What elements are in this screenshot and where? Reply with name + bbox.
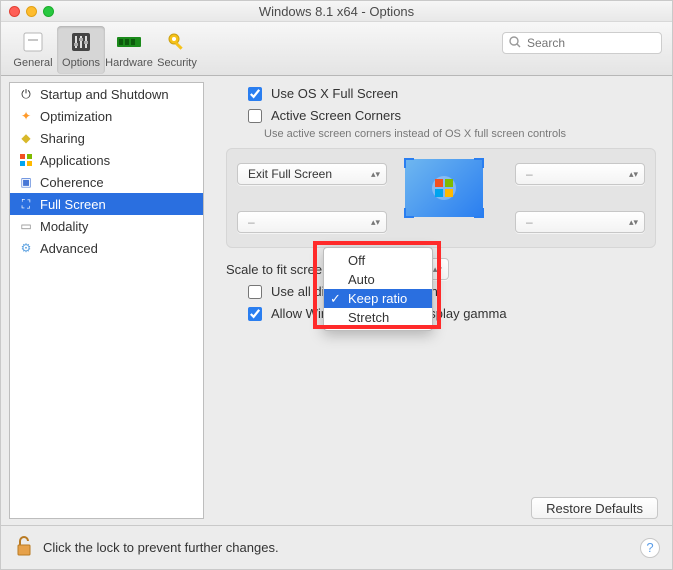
dropdown-item-off[interactable]: Off [324, 251, 432, 270]
chevron-updown-icon: ▴▾ [371, 218, 380, 227]
checkbox-input[interactable] [248, 109, 262, 123]
windows-logo-icon [429, 173, 459, 203]
close-icon[interactable] [9, 6, 20, 17]
dropdown-item-auto[interactable]: Auto [324, 270, 432, 289]
restore-defaults-button[interactable]: Restore Defaults [531, 497, 658, 519]
checkbox-input[interactable] [248, 307, 262, 321]
sidebar: ⏻Startup and Shutdown ✦Optimization ◆Sha… [9, 82, 204, 519]
options-window: Windows 8.1 x64 - Options General Option… [0, 0, 673, 570]
sparkle-icon: ✦ [18, 108, 34, 124]
active-corners-hint: Use active screen corners instead of OS … [264, 128, 658, 140]
sidebar-item-startup[interactable]: ⏻Startup and Shutdown [10, 83, 203, 105]
toolbar-general[interactable]: General [9, 26, 57, 74]
coherence-icon: ▣ [18, 174, 34, 190]
security-icon [164, 29, 190, 55]
sharing-icon: ◆ [18, 130, 34, 146]
lock-icon[interactable] [13, 533, 35, 562]
search-input[interactable] [525, 35, 673, 51]
sidebar-item-modality[interactable]: ▭Modality [10, 215, 203, 237]
search-field[interactable] [502, 32, 662, 54]
gear-icon: ⚙ [18, 240, 34, 256]
scale-dropdown[interactable]: Off Auto ✓Keep ratio Stretch [323, 247, 433, 331]
chevron-updown-icon: ▴▾ [433, 265, 442, 274]
check-icon: ✓ [330, 291, 341, 307]
dropdown-item-stretch[interactable]: Stretch [324, 308, 432, 327]
options-icon [68, 29, 94, 55]
restore-defaults-row: Restore Defaults [531, 497, 658, 519]
traffic-lights [9, 6, 54, 17]
help-button[interactable]: ? [640, 538, 660, 558]
toolbar-security[interactable]: Security [153, 26, 201, 74]
corner-tr-select[interactable]: –▴▾ [515, 163, 645, 185]
footer: Click the lock to prevent further change… [1, 525, 672, 569]
chevron-updown-icon: ▴▾ [629, 170, 638, 179]
toolbar-options[interactable]: Options [57, 26, 105, 74]
search-icon [509, 36, 521, 51]
hardware-icon [116, 29, 142, 55]
lock-text: Click the lock to prevent further change… [43, 540, 279, 555]
sidebar-item-fullscreen[interactable]: ⛶Full Screen [10, 193, 203, 215]
zoom-icon[interactable] [43, 6, 54, 17]
apps-icon [18, 152, 34, 168]
dropdown-item-keep-ratio[interactable]: ✓Keep ratio [324, 289, 432, 308]
titlebar: Windows 8.1 x64 - Options [1, 1, 672, 22]
fullscreen-icon: ⛶ [18, 196, 34, 212]
corner-preview [405, 159, 483, 217]
checkbox-active-screen-corners[interactable]: Active Screen Corners [244, 108, 658, 126]
checkbox-allow-gamma[interactable]: Allow Windows 8.1 to set display gamma [244, 306, 658, 324]
scale-label: Scale to fit screen: [226, 262, 333, 277]
screen-corners-box: Exit Full Screen▴▾ –▴▾ –▴▾ –▴▾ [226, 148, 656, 248]
sidebar-item-advanced[interactable]: ⚙Advanced [10, 237, 203, 259]
main-panel: Use OS X Full Screen Active Screen Corne… [204, 76, 672, 525]
corner-br-select[interactable]: –▴▾ [515, 211, 645, 233]
corner-bl-select[interactable]: –▴▾ [237, 211, 387, 233]
chevron-updown-icon: ▴▾ [629, 218, 638, 227]
checkbox-use-osx-full-screen[interactable]: Use OS X Full Screen [244, 86, 658, 104]
sidebar-item-optimization[interactable]: ✦Optimization [10, 105, 203, 127]
chevron-updown-icon: ▴▾ [371, 170, 380, 179]
minimize-icon[interactable] [26, 6, 37, 17]
checkbox-use-all-displays[interactable]: Use all displays in full screen [244, 284, 658, 302]
checkbox-input[interactable] [248, 285, 262, 299]
sidebar-item-sharing[interactable]: ◆Sharing [10, 127, 203, 149]
window-title: Windows 8.1 x64 - Options [259, 4, 414, 19]
scale-row: Scale to fit screen: Keep ratio ▴▾ [226, 258, 658, 280]
toolbar: General Options Hardware Security [1, 22, 672, 76]
sidebar-item-coherence[interactable]: ▣Coherence [10, 171, 203, 193]
toolbar-hardware[interactable]: Hardware [105, 26, 153, 74]
modality-icon: ▭ [18, 218, 34, 234]
sidebar-item-applications[interactable]: Applications [10, 149, 203, 171]
checkbox-input[interactable] [248, 87, 262, 101]
power-icon: ⏻ [18, 86, 34, 102]
corner-tl-select[interactable]: Exit Full Screen▴▾ [237, 163, 387, 185]
general-icon [20, 29, 46, 55]
